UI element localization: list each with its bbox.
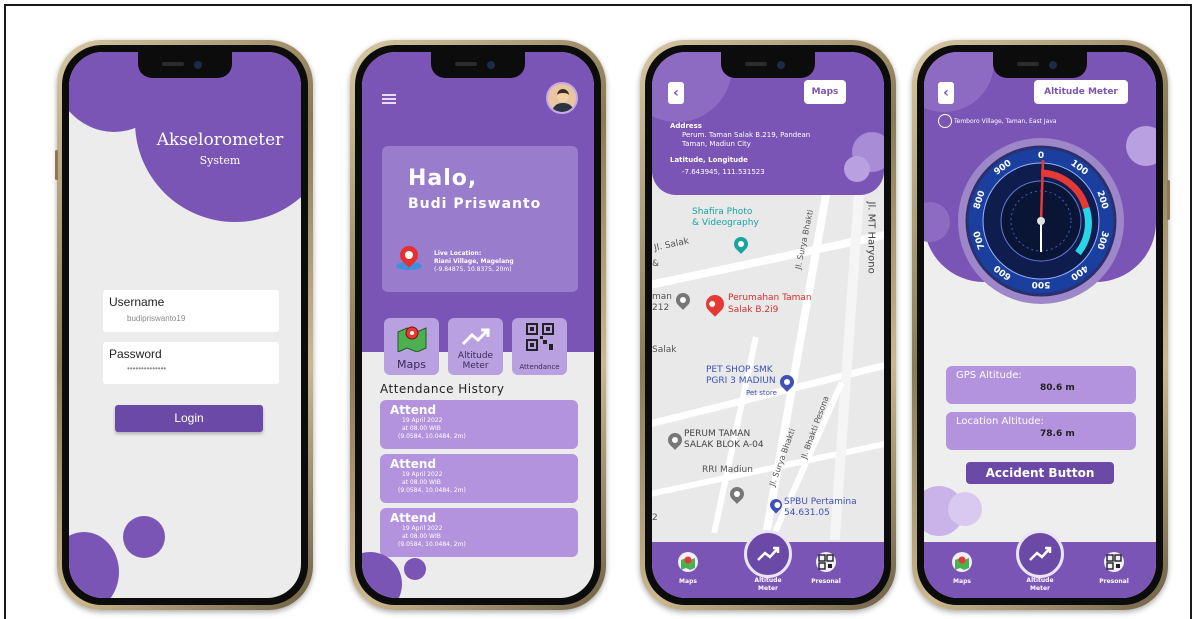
live-location-coords: (-9.84875, 10.8375, 20m) [434,266,512,273]
decor-circle [404,558,426,580]
nav-maps-label: Maps [953,578,971,585]
crosshair-icon [938,114,952,128]
maps-screen: ‹ Maps Address Perum. Taman Salak B.219,… [652,52,884,598]
nav-personal-button[interactable] [1104,552,1124,572]
nav-personal-button[interactable] [816,552,836,572]
altitude-fab-label: Altitude Meter [1026,577,1054,592]
address-label: Address [670,122,702,130]
trend-icon [757,546,780,561]
map-icon [681,556,695,570]
address-line2: Taman, Madiun City [682,140,751,148]
greeting-text: Halo, [408,166,478,191]
attendance-item[interactable]: Attend 19 April 2022 at 08.00 WIB (9.058… [380,454,578,503]
live-location-place: Riani Village, Magelang [434,258,514,265]
decor-circle [123,516,165,558]
menu-maps-button[interactable]: Maps [384,318,439,375]
live-location-label: Live Location: [434,250,482,257]
location-altitude-label: Location Altitude: [956,416,1044,427]
qr-icon [818,554,834,570]
altitude-fab-button[interactable] [1016,530,1064,578]
user-name: Budi Priswanto [408,196,542,212]
app-subtitle: System [199,154,241,167]
map-icon [955,556,969,570]
location-altitude-value: 78.6 m [1040,429,1075,439]
trend-icon [461,328,489,346]
altimeter-gauge: 0 100 200 300 400 500 600 700 800 900 [958,138,1124,304]
app-title: Akselorometer [156,130,284,150]
avatar[interactable] [546,82,578,114]
latlon-label: Latitude, Longitude [670,156,748,164]
nav-personal-label: Presonal [1099,578,1129,585]
nav-personal-label: Presonal [811,578,841,585]
gps-altitude-label: GPS Altitude: [956,370,1022,381]
phone-home: Halo, Budi Priswanto Live Location: Rian… [350,40,606,610]
greeting-card: Halo, Budi Priswanto Live Location: Rian… [382,146,578,292]
phone-maps: ‹ Maps Address Perum. Taman Salak B.219,… [640,40,896,610]
menu-altitude-button[interactable]: Altitude Meter [448,318,503,375]
dial-label: 0 [1037,151,1045,161]
username-input[interactable]: budipriswanto19 [127,314,185,323]
map-icon [397,326,426,353]
menu-attendance-label: Attendance [519,363,560,371]
login-screen: Akselorometer System Username budipriswa… [69,52,301,598]
phone-altitude: ‹ Altitude Meter Temboro Village, Taman,… [912,40,1170,610]
altitude-location: Temboro Village, Taman, East Java [954,118,1057,125]
login-button[interactable]: Login [115,405,263,432]
accident-button[interactable]: Accident Button [966,462,1114,484]
altitude-title: Altitude Meter [1034,80,1128,104]
menu-maps-label: Maps [397,358,426,371]
menu-altitude-label: Altitude Meter [457,351,494,371]
phone-login: Akselorometer System Username budipriswa… [55,40,313,610]
address-line1: Perum. Taman Salak B.219, Pandean [682,131,811,139]
map-view[interactable]: Shafira Photo & Videography Jl. Salak & … [652,195,884,540]
username-label: Username [109,295,165,309]
password-label: Password [109,347,162,361]
nav-maps-button[interactable] [678,552,698,572]
hamburger-menu-icon[interactable] [382,94,396,104]
location-altitude-box: Location Altitude: 78.6 m [946,412,1136,450]
password-input[interactable]: •••••••••••••• [127,364,166,373]
decor-circle [69,532,119,598]
altitude-screen: ‹ Altitude Meter Temboro Village, Taman,… [924,52,1156,598]
trend-icon [1029,546,1052,561]
nav-maps-button[interactable] [952,552,972,572]
home-screen: Halo, Budi Priswanto Live Location: Rian… [362,52,594,598]
latlon-value: -7.643945, 111.531523 [682,168,765,176]
username-field[interactable]: Username budipriswanto19 [103,290,279,332]
qr-icon [525,323,554,351]
back-button[interactable]: ‹ [938,82,954,104]
dial-label: 500 [1031,279,1051,289]
attendance-history-title: Attendance History [380,382,505,396]
nav-maps-label: Maps [679,578,697,585]
altitude-fab-label: Altitude Meter [754,577,782,592]
altitude-fab-button[interactable] [744,530,792,578]
gps-altitude-box: GPS Altitude: 80.6 m [946,366,1136,404]
back-button[interactable]: ‹ [668,82,684,104]
attendance-item[interactable]: Attend 19 April 2022 at 08.00 WIB (9.058… [380,508,578,557]
gps-altitude-value: 80.6 m [1040,383,1075,393]
maps-title: Maps [804,80,846,104]
qr-icon [1106,554,1122,570]
attendance-item[interactable]: Attend 19 April 2022 at 08.00 WIB (9.058… [380,400,578,449]
menu-attendance-button[interactable]: Attendance [512,318,567,375]
decor-circle [362,552,402,598]
password-field[interactable]: Password •••••••••••••• [103,342,279,384]
